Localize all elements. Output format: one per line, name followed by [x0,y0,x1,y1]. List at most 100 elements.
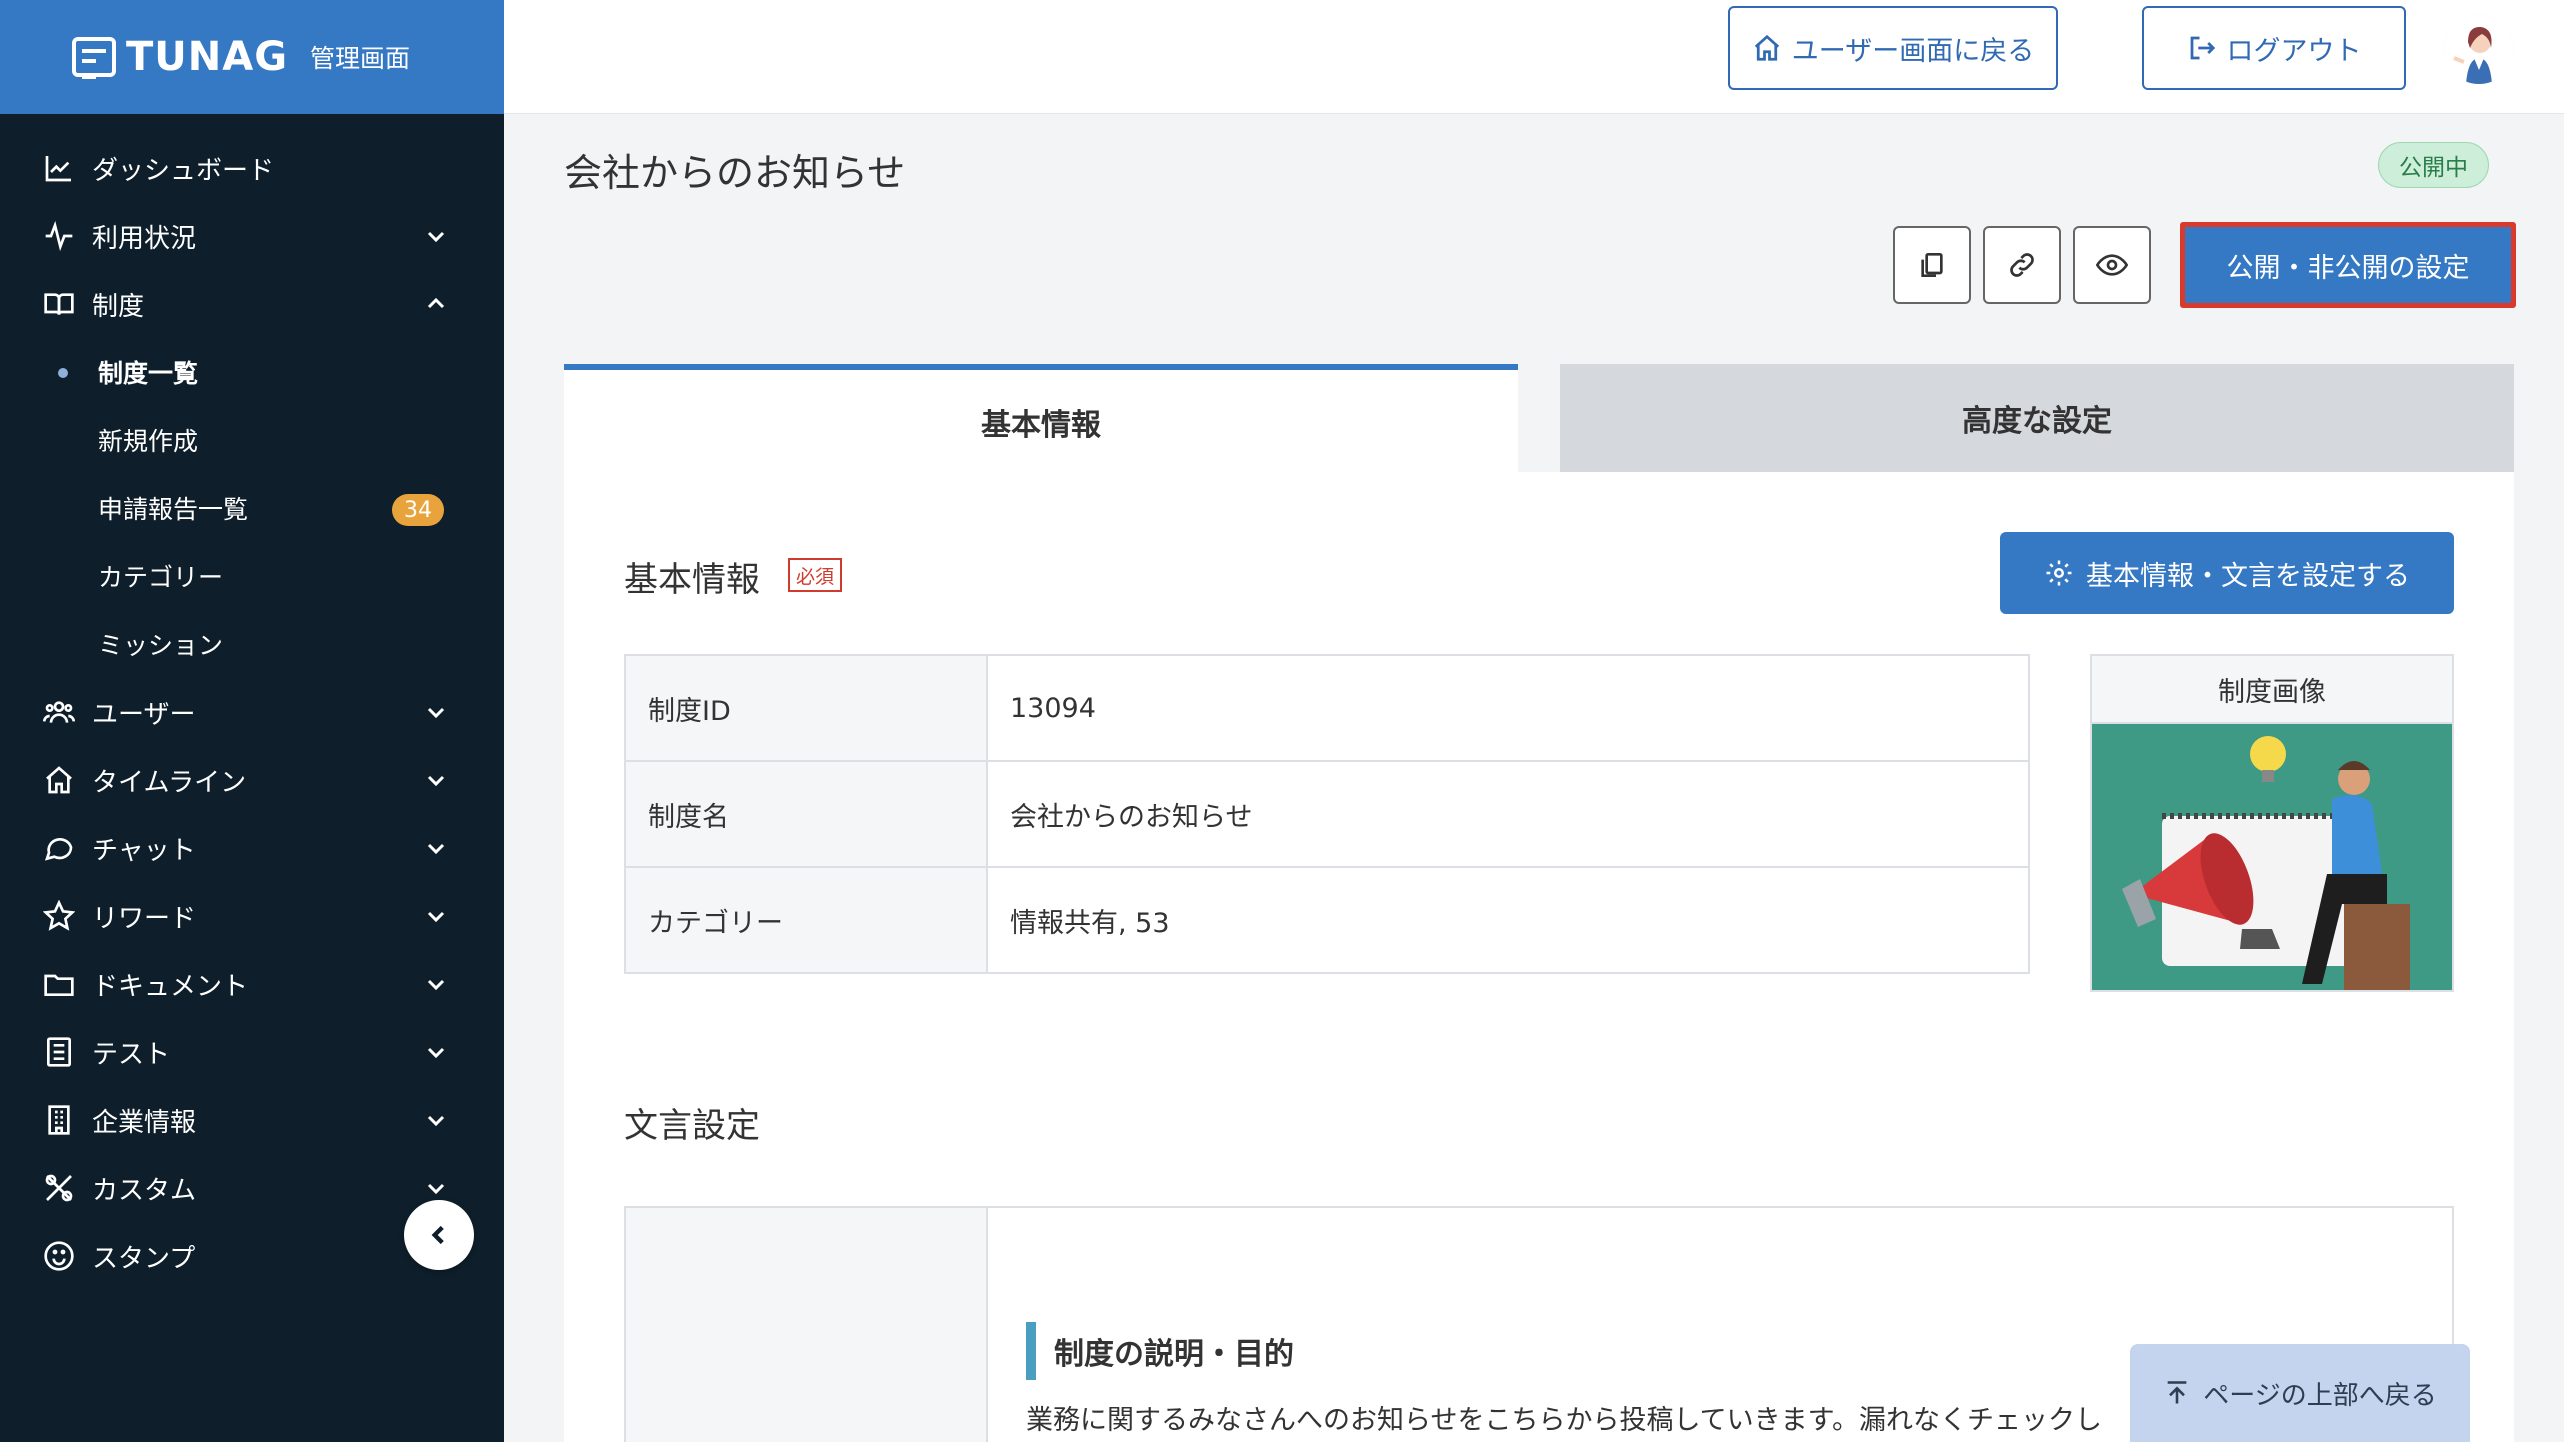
sidebar-subitem-label: ミッション [98,631,224,660]
copy-icon [1921,253,1943,277]
required-tag: 必須 [788,558,843,592]
star-icon [42,899,76,933]
active-dot-icon [58,368,68,378]
sidebar-subitem-reports[interactable]: 申請報告一覧 34 [0,474,504,542]
button-label: ユーザー画面に戻る [1791,35,2035,67]
sidebar-item-reward[interactable]: リワード [0,882,504,950]
basic-info-table: 制度ID 13094 制度名 会社からのお知らせ カテゴリー 情報共有, 53 [624,654,2030,974]
folder-icon [42,967,76,1001]
chevron-down-icon [424,836,448,860]
sidebar-item-label: リワード [92,903,197,934]
sidebar-item-users[interactable]: ユーザー [0,678,504,746]
chevron-down-icon [424,1040,448,1064]
copy-link-button[interactable] [1983,226,2061,304]
brand-logo-text: TUNAG [126,34,289,80]
page-title: 会社からのお知らせ [564,151,906,195]
chevron-down-icon [424,1108,448,1132]
purpose-heading: 制度の説明・目的 [1026,1322,1294,1380]
field-value: 会社からのお知らせ [986,760,2030,868]
sidebar-item-company[interactable]: 企業情報 [0,1086,504,1154]
sidebar-subitem-category[interactable]: カテゴリー [0,542,504,610]
purpose-text: 業務に関するみなさんへのお知らせをこちらから投稿していきます。漏れなくチェックし [1026,1405,2102,1436]
brand-subtitle: 管理画面 [310,44,411,73]
chevron-down-icon [424,700,448,724]
eye-icon [2096,254,2128,276]
smile-icon [42,1239,76,1273]
sidebar-item-label: ドキュメント [92,971,249,1002]
sidebar-item-document[interactable]: ドキュメント [0,950,504,1018]
megaphone-illustration [2092,724,2452,990]
tab-advanced-settings[interactable]: 高度な設定 [1560,364,2514,472]
sidebar-item-label: ユーザー [92,699,196,730]
arrow-up-icon [2167,1381,2187,1404]
tunag-logo-icon [72,37,116,79]
sidebar-item-label: 制度 [92,291,145,322]
tools-icon [42,1171,76,1205]
sidebar-item-label: ダッシュボード [92,155,275,186]
chevron-down-icon [424,768,448,792]
sidebar-subitem-label: 制度一覧 [98,359,199,388]
top-header: ユーザー画面に戻る ログアウト [504,0,2564,114]
chevron-down-icon [424,904,448,928]
basic-info-heading: 基本情報 [624,560,760,600]
sidebar-item-test[interactable]: テスト [0,1018,504,1086]
chevron-down-icon [424,1176,448,1200]
sidebar-item-chat[interactable]: チャット [0,814,504,882]
logout-icon [2190,36,2215,60]
button-label: 基本情報・文言を設定する [2086,560,2410,592]
sidebar-subitem-system-list[interactable]: 制度一覧 [0,338,504,406]
home-icon [1754,34,1779,61]
sidebar-item-label: タイムライン [92,767,247,798]
sidebar-item-label: スタンプ [92,1243,196,1274]
image-caption: 制度画像 [2092,656,2452,724]
table-row: カテゴリー 情報共有, 53 [624,866,2030,974]
user-avatar[interactable] [2444,14,2514,84]
back-to-top-button[interactable]: ページの上部へ戻る [2130,1344,2470,1442]
sidebar-item-label: テスト [92,1039,171,1070]
preview-button[interactable] [2073,226,2151,304]
chart-line-icon [42,151,76,185]
sidebar-item-label: 企業情報 [92,1107,197,1138]
brand-header[interactable]: TUNAG 管理画面 [0,0,504,114]
sidebar-subitem-label: 申請報告一覧 [98,495,249,524]
chat-bubble-icon [42,831,76,865]
chevron-up-icon [424,292,448,316]
edit-basic-info-button[interactable]: 基本情報・文言を設定する [2000,532,2454,614]
link-icon [2010,253,2034,277]
chevron-left-icon [431,1225,444,1245]
table-row: 制度名 会社からのお知らせ [624,760,2030,868]
copy-button[interactable] [1893,226,1971,304]
back-to-user-screen-button[interactable]: ユーザー画面に戻る [1728,6,2058,90]
sidebar-subitem-label: 新規作成 [98,427,199,456]
button-label: 公開・非公開の設定 [2185,227,2511,303]
activity-icon [42,219,76,253]
sidebar-collapse-button[interactable] [404,1200,474,1270]
field-label-cell [626,1208,988,1442]
sidebar-item-timeline[interactable]: タイムライン [0,746,504,814]
sidebar-item-system[interactable]: 制度 [0,270,504,338]
users-icon [42,695,76,729]
sidebar-subitem-new[interactable]: 新規作成 [0,406,504,474]
home-icon [42,763,76,797]
sidebar-item-label: チャット [92,835,196,866]
status-badge: 公開中 [2378,142,2489,188]
book-icon [42,287,76,321]
table-row: 制度ID 13094 [624,654,2030,762]
chevron-down-icon [424,972,448,996]
sidebar-subitem-label: カテゴリー [98,563,224,592]
sidebar-subitem-mission[interactable]: ミッション [0,610,504,678]
button-label: ページの上部へ戻る [2203,1380,2437,1411]
field-label: 制度ID [624,654,988,762]
sidebar-item-dashboard[interactable]: ダッシュボード [0,134,504,202]
sidebar-nav: ダッシュボード 利用状況 制度 制度一覧 新規作成 申請報告一覧 34 カテゴリ… [0,114,504,1290]
avatar-illustration [2444,14,2514,84]
field-label: カテゴリー [624,866,988,974]
sidebar-item-label: カスタム [92,1175,197,1206]
count-badge: 34 [392,494,444,526]
publish-settings-button[interactable]: 公開・非公開の設定 [2180,222,2516,308]
logout-button[interactable]: ログアウト [2142,6,2406,90]
field-value: 情報共有, 53 [986,866,2030,974]
field-value: 13094 [986,654,2030,762]
tab-basic-info[interactable]: 基本情報 [564,364,1518,474]
sidebar-item-usage[interactable]: 利用状況 [0,202,504,270]
